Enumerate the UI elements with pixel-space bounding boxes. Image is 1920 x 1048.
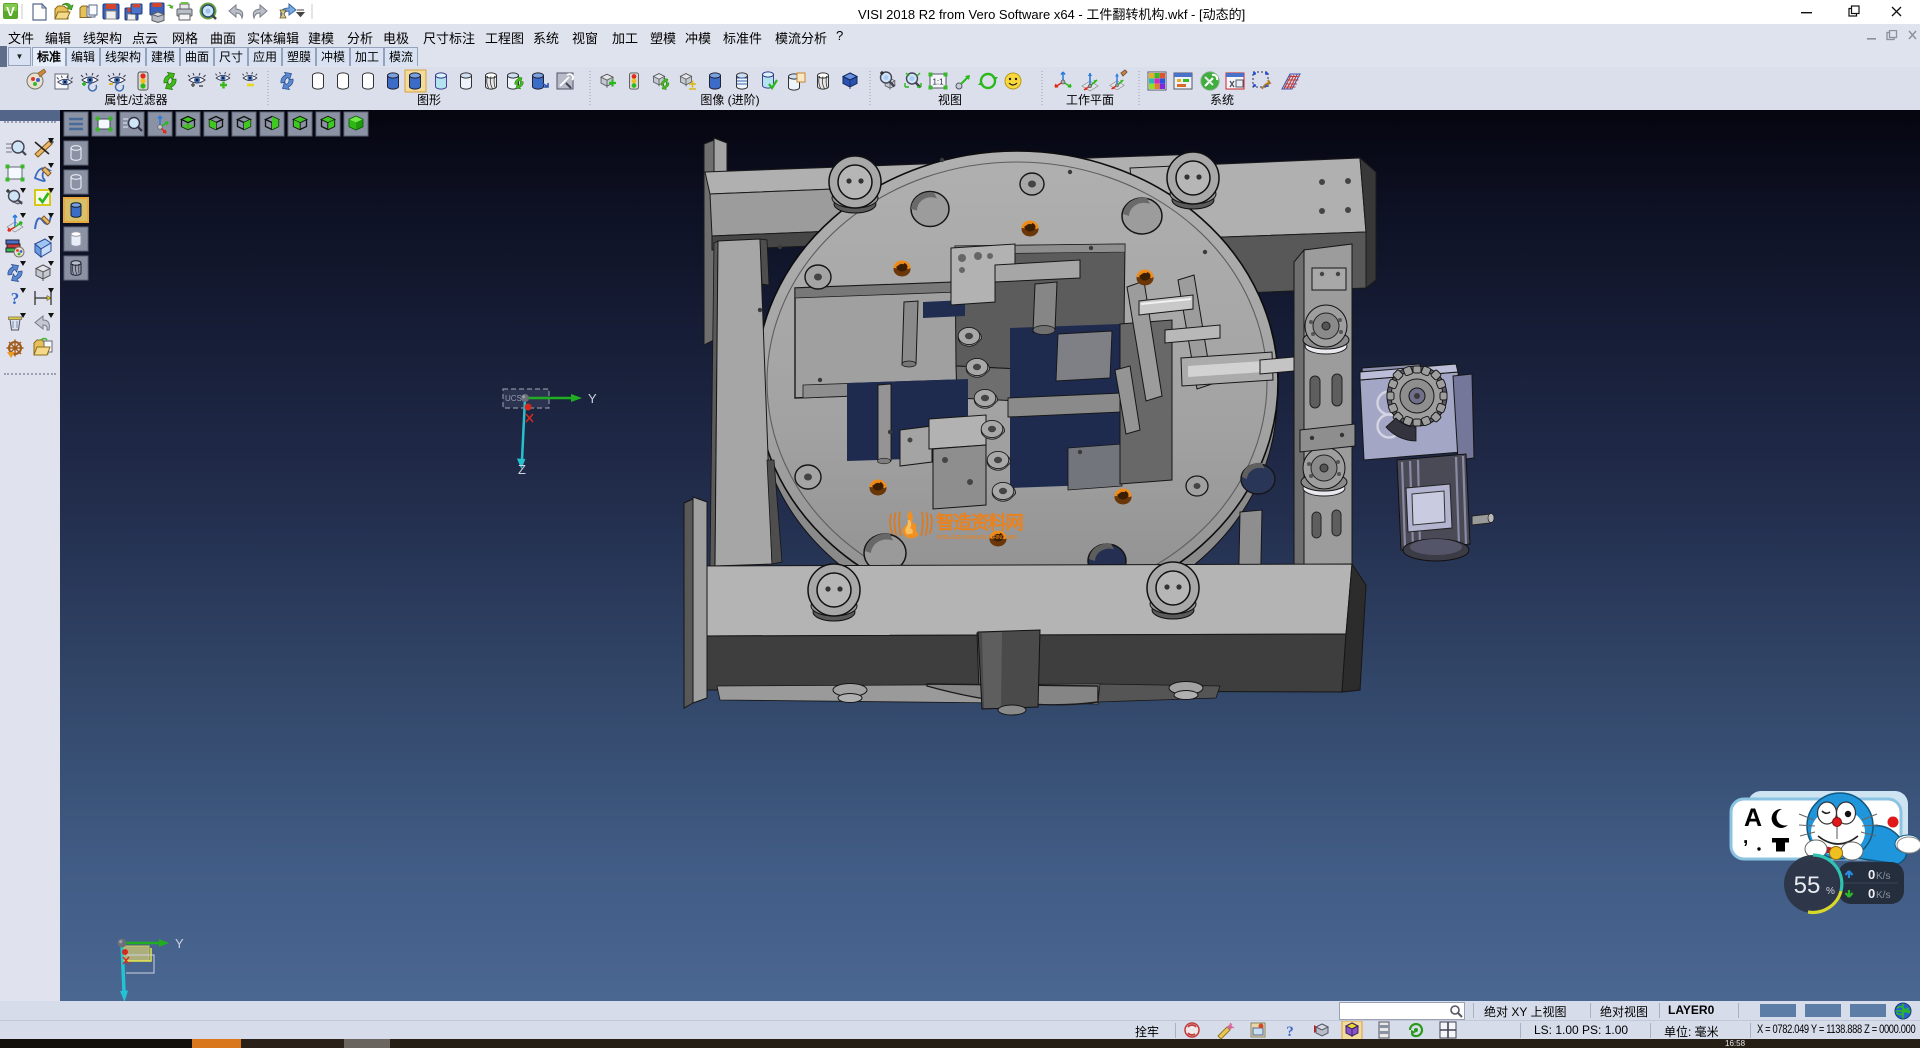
svg-text:V: V bbox=[6, 4, 15, 19]
svg-text:智造资料网: 智造资料网 bbox=[936, 512, 1024, 533]
svg-text:0: 0 bbox=[1868, 886, 1875, 901]
svg-text:?: ? bbox=[11, 289, 20, 308]
svg-text:图像 (进阶): 图像 (进阶) bbox=[700, 93, 759, 107]
svg-text:属性/过滤器: 属性/过滤器 bbox=[104, 93, 167, 107]
svg-text:K/s: K/s bbox=[1876, 871, 1890, 882]
svg-text:,: , bbox=[1743, 827, 1748, 848]
svg-text:K/s: K/s bbox=[1876, 890, 1890, 901]
svg-text:视图: 视图 bbox=[938, 92, 962, 107]
svg-text:INTELLIGENT MANUFACTURING DATA: INTELLIGENT MANUFACTURING DATA bbox=[937, 535, 1017, 541]
svg-text:1:1: 1:1 bbox=[932, 78, 944, 87]
svg-text:0: 0 bbox=[1868, 867, 1875, 882]
svg-text:55: 55 bbox=[1794, 872, 1821, 899]
svg-text:%: % bbox=[1826, 886, 1835, 897]
svg-text:Y: Y bbox=[175, 936, 184, 951]
svg-text:Z: Z bbox=[518, 462, 526, 475]
svg-text:系统: 系统 bbox=[1210, 93, 1234, 107]
svg-text:Y: Y bbox=[588, 391, 597, 406]
svg-text:?: ? bbox=[1286, 1024, 1294, 1040]
svg-text:工作平面: 工作平面 bbox=[1066, 93, 1114, 107]
svg-text:图形: 图形 bbox=[417, 93, 441, 107]
